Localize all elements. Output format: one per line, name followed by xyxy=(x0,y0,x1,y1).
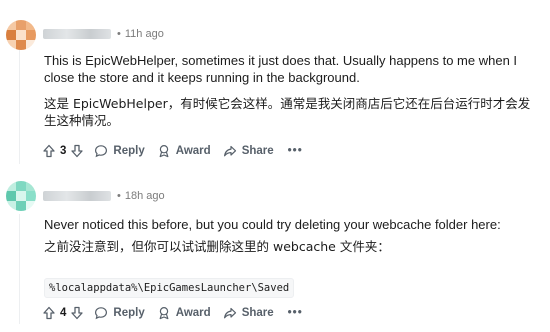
share-arrow-icon xyxy=(223,307,236,319)
avatar-pixel xyxy=(16,20,26,30)
avatar-pixel xyxy=(16,181,26,191)
timestamp[interactable]: 18h ago xyxy=(125,190,165,202)
arrow-down-icon xyxy=(71,306,84,320)
award-label: Award xyxy=(175,307,211,319)
timestamp[interactable]: 11h ago xyxy=(125,28,164,40)
avatar[interactable] xyxy=(6,20,36,50)
more-options-button[interactable]: ••• xyxy=(280,140,311,162)
more-options-button[interactable]: ••• xyxy=(280,302,311,324)
share-arrow-icon xyxy=(223,145,236,157)
award-button[interactable]: Award xyxy=(151,302,217,324)
arrow-up-icon xyxy=(43,306,55,320)
speech-bubble-icon xyxy=(95,145,108,158)
reply-label: Reply xyxy=(113,307,145,319)
avatar-pixel xyxy=(16,40,26,50)
avatar-pixel xyxy=(26,181,36,191)
avatar-pixel xyxy=(26,20,36,30)
avatar-pixel xyxy=(6,20,16,30)
meta-separator: • xyxy=(117,28,121,40)
downvote-button[interactable] xyxy=(70,306,84,320)
upvote-button[interactable] xyxy=(42,306,56,320)
speech-bubble-icon xyxy=(95,307,108,320)
comment-actions: 3 Reply Award Share ••• xyxy=(38,140,311,162)
vote-count: 3 xyxy=(60,145,67,157)
avatar-pixel xyxy=(26,30,36,40)
reply-button[interactable]: Reply xyxy=(88,140,150,162)
comment: • 18h ago Never noticed this before, but… xyxy=(0,172,550,332)
award-label: Award xyxy=(175,145,211,157)
avatar-pixel xyxy=(6,40,16,50)
avatar-pixel xyxy=(16,30,26,40)
downvote-button[interactable] xyxy=(70,144,84,158)
avatar-pixel xyxy=(6,30,16,40)
comment-meta: • 18h ago xyxy=(43,189,165,203)
username-redacted[interactable] xyxy=(43,191,111,201)
award-icon xyxy=(159,144,169,158)
reply-button[interactable]: Reply xyxy=(88,302,150,324)
comment-body-en: Never noticed this before, but you could… xyxy=(44,217,501,232)
thread-line[interactable] xyxy=(19,46,20,164)
code-snippet: %localappdata%\EpicGamesLauncher\Saved xyxy=(44,278,295,298)
share-label: Share xyxy=(241,307,274,319)
upvote-button[interactable] xyxy=(42,144,56,158)
comment-meta: • 11h ago xyxy=(43,27,164,41)
avatar-pixel xyxy=(26,40,36,50)
comment-body-zh: 之前没注意到，但你可以试试删除这里的 webcache 文件夹： xyxy=(44,239,390,254)
avatar-pixel xyxy=(6,201,16,211)
username-redacted[interactable] xyxy=(43,29,111,39)
comments-panel: • 11h ago This is EpicWebHelper, sometim… xyxy=(0,0,550,332)
meta-separator: • xyxy=(117,190,121,202)
comment-body-zh: 这是 EpicWebHelper，有时候它会这样。通常是我关闭商店后它还在后台运… xyxy=(44,96,531,128)
share-button[interactable]: Share xyxy=(217,302,280,324)
comment-body-en: This is EpicWebHelper, sometimes it just… xyxy=(44,53,518,85)
avatar-pixel xyxy=(6,191,16,201)
thread-line[interactable] xyxy=(19,214,20,324)
comment-actions: 4 Reply Award Share ••• xyxy=(38,302,311,324)
avatar-pixel xyxy=(16,201,26,211)
award-icon xyxy=(159,306,169,320)
avatar-pixel xyxy=(6,181,16,191)
share-label: Share xyxy=(241,145,274,157)
vote-group: 3 xyxy=(38,144,88,158)
award-button[interactable]: Award xyxy=(151,140,217,162)
avatar-pixel xyxy=(26,201,36,211)
vote-group: 4 xyxy=(38,306,88,320)
arrow-down-icon xyxy=(71,144,84,158)
vote-count: 4 xyxy=(60,307,67,319)
avatar[interactable] xyxy=(6,181,36,211)
avatar-pixel xyxy=(16,191,26,201)
more-options-icon: ••• xyxy=(287,307,303,319)
share-button[interactable]: Share xyxy=(217,140,280,162)
comment: • 11h ago This is EpicWebHelper, sometim… xyxy=(0,0,550,172)
arrow-up-icon xyxy=(43,144,55,158)
reply-label: Reply xyxy=(113,145,145,157)
more-options-icon: ••• xyxy=(287,145,303,157)
avatar-pixel xyxy=(26,191,36,201)
